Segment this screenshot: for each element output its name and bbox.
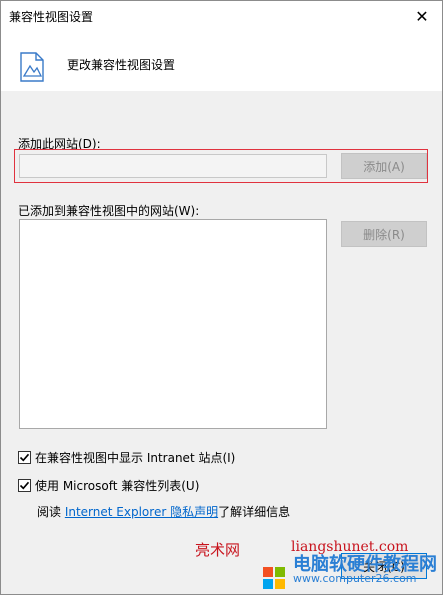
add-site-input[interactable]: [19, 154, 327, 178]
window-close-button[interactable]: ✕: [408, 3, 436, 29]
info-suffix: 了解详细信息: [218, 505, 291, 519]
remove-button[interactable]: 删除(R): [341, 221, 427, 247]
privacy-statement-link[interactable]: Internet Explorer 隐私声明: [65, 505, 218, 519]
intranet-checkbox[interactable]: [18, 451, 31, 464]
intranet-label: 在兼容性视图中显示 Intranet 站点(I): [35, 451, 236, 465]
info-prefix: 阅读: [37, 505, 65, 519]
watermark-text-red: 亮术网: [195, 541, 241, 559]
ms-list-label: 使用 Microsoft 兼容性列表(U): [35, 479, 200, 493]
watermark-url-blue: www.computer26.com: [293, 572, 417, 585]
dialog-body: 更改兼容性视图设置 添加此网站(D): 添加(A) 已添加到兼容性视图中的网站(…: [1, 31, 442, 594]
title-bar: 兼容性视图设置 ✕: [1, 1, 442, 31]
site-list-label: 已添加到兼容性视图中的网站(W):: [18, 204, 200, 218]
add-button[interactable]: 添加(A): [341, 153, 427, 179]
ms-list-option[interactable]: 使用 Microsoft 兼容性列表(U): [18, 477, 199, 494]
intranet-option[interactable]: 在兼容性视图中显示 Intranet 站点(I): [18, 449, 235, 466]
check-mark-icon: [19, 453, 30, 462]
site-list[interactable]: [19, 219, 327, 429]
check-mark-icon: [19, 481, 30, 490]
window-title: 兼容性视图设置: [9, 10, 94, 24]
windows-logo-icon: [263, 567, 285, 589]
compat-view-dialog: 兼容性视图设置 ✕ 更改兼容性视图设置 添加此网站(D): 添加(A) 已添加到…: [0, 0, 443, 595]
watermark: 亮术网 liangshunet.com 电脑软硬件教程网 www.compute…: [195, 539, 437, 591]
settings-page-icon: [20, 52, 44, 82]
header-title: 更改兼容性视图设置: [67, 58, 176, 72]
header-band: 更改兼容性视图设置: [1, 31, 442, 91]
privacy-info: 阅读 Internet Explorer 隐私声明了解详细信息: [37, 503, 290, 520]
ms-list-checkbox[interactable]: [18, 479, 31, 492]
